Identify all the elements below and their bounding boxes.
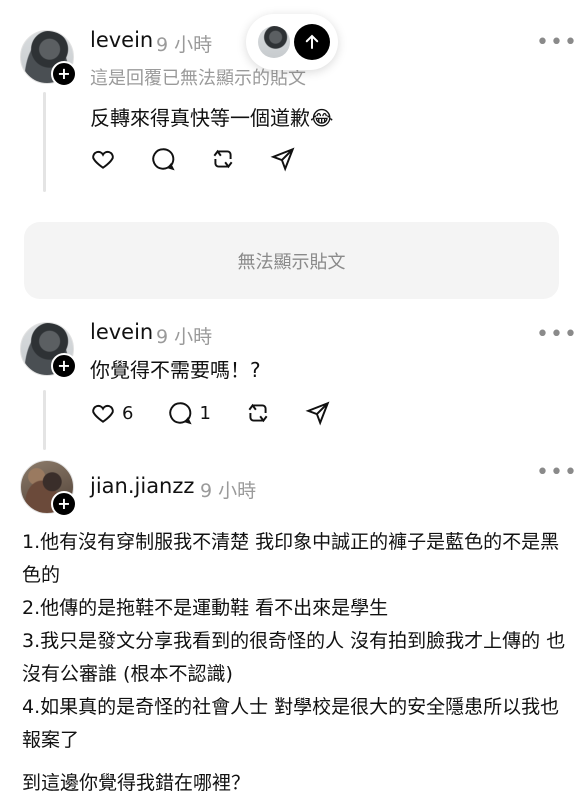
post-text: 1.他有沒有穿制服我不清楚 我印象中誠正的褲子是藍色的不是黑色的 2.他傳的是拖… xyxy=(22,526,572,800)
more-options-icon[interactable]: ••• xyxy=(536,462,578,484)
share-button[interactable] xyxy=(270,146,296,172)
more-options-icon[interactable]: ••• xyxy=(536,32,578,54)
share-icon xyxy=(270,147,295,172)
avatar xyxy=(258,26,290,58)
share-button[interactable] xyxy=(305,400,331,426)
post-time: 9 小時 xyxy=(156,326,213,348)
comment-icon xyxy=(169,402,193,425)
paragraph: 2.他傳的是拖鞋不是運動鞋 看不出來是學生 xyxy=(22,597,389,619)
comment-button[interactable]: 1 xyxy=(167,400,211,426)
heart-icon xyxy=(92,404,114,423)
repost-icon xyxy=(248,403,268,423)
like-button[interactable] xyxy=(90,146,116,172)
scroll-to-top-pill[interactable] xyxy=(246,14,338,70)
username[interactable]: jian.jianzz xyxy=(90,474,194,498)
comment-icon xyxy=(152,148,175,171)
paragraph: 3.我只是發文分享我看到的很奇怪的人 沒有拍到臉我才上傳的 也沒有公審誰 (根本… xyxy=(22,630,566,685)
heart-icon xyxy=(92,150,114,169)
paragraph: 1.他有沒有穿制服我不清楚 我印象中誠正的褲子是藍色的不是黑色的 xyxy=(22,531,560,586)
like-count: 6 xyxy=(122,402,134,424)
post-text: 反轉來得真快等一個道歉😂 xyxy=(90,106,334,130)
post-jian: + jian.jianzz 9 小時 ••• 1.他有沒有穿制服我不清楚 我印象… xyxy=(0,450,583,800)
avatar[interactable]: + xyxy=(20,30,77,87)
follow-plus-icon[interactable]: + xyxy=(51,491,77,517)
follow-plus-icon[interactable]: + xyxy=(51,353,77,379)
post-time: 9 小時 xyxy=(200,480,257,502)
repost-button[interactable] xyxy=(210,146,236,172)
repost-button[interactable] xyxy=(245,400,271,426)
repost-icon xyxy=(213,149,233,169)
up-arrow-button[interactable] xyxy=(294,24,330,60)
post-actions: 6 1 xyxy=(90,400,365,426)
paragraph: 到這邊你覺得我錯在哪裡？ xyxy=(22,772,251,794)
comment-count: 1 xyxy=(199,402,211,424)
avatar[interactable]: + xyxy=(20,322,77,379)
up-arrow-icon xyxy=(305,34,319,49)
username[interactable]: levein xyxy=(90,320,153,344)
post-actions xyxy=(90,146,330,172)
like-button[interactable]: 6 xyxy=(90,400,133,426)
share-icon xyxy=(305,401,330,426)
more-options-icon[interactable]: ••• xyxy=(536,324,578,346)
comment-button[interactable] xyxy=(150,146,176,172)
post-levein-2: + levein 9 小時 ••• 你覺得不需要嗎！? 6 1 xyxy=(0,310,583,450)
paragraph: 4.如果真的是奇怪的社會人士 對學校是很大的安全隱患所以我也報案了 xyxy=(22,696,560,751)
follow-plus-icon[interactable]: + xyxy=(51,61,77,87)
thread-line xyxy=(43,390,46,450)
username[interactable]: levein xyxy=(90,28,153,52)
thread-line xyxy=(43,92,46,192)
avatar[interactable]: + xyxy=(20,460,77,517)
post-time: 9 小時 xyxy=(156,34,213,56)
post-text: 你覺得不需要嗎！? xyxy=(90,358,261,382)
unavailable-post: 無法顯示貼文 xyxy=(24,222,559,299)
